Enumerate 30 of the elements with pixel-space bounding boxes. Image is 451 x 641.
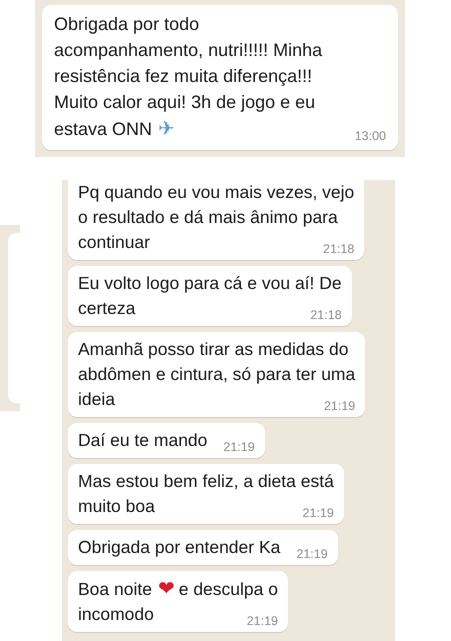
message-time: 21:19 [296, 546, 328, 563]
message-text: certeza [78, 298, 136, 318]
message-text: Daí eu te mando [78, 430, 208, 450]
message-text: Eu volto logo para cá e vou aí! De [78, 273, 342, 293]
message-text: Amanhã posso tirar as medidas do [78, 339, 348, 359]
message-text: Muito calor aqui! 3h de jogo e eu [54, 92, 316, 112]
emoji-icon: ❤ [158, 576, 175, 600]
message-text: Pq quando eu vou mais vezes, vejo [78, 182, 354, 202]
message-text: abdômen e cintura, só para ter uma [78, 364, 356, 384]
message-text: continuar [78, 232, 150, 252]
message-time: 21:18 [310, 307, 342, 324]
message-text: estava ONN [54, 119, 152, 139]
message-text: incomodo [78, 604, 154, 624]
message-time: 21:19 [223, 439, 255, 456]
message-text: o resultado e dá mais ânimo para [78, 207, 338, 227]
message-text: Mas estou bem feliz, a dieta está [78, 471, 334, 491]
message-time: 21:19 [246, 613, 278, 630]
message-time: 13:00 [354, 128, 386, 145]
message-text: acompanhamento, nutri!!!!! Minha [54, 40, 322, 60]
message-text: Boa noite [78, 579, 152, 599]
message-text: e desculpa o [178, 579, 278, 599]
message-time: 21:19 [302, 505, 334, 522]
message-time: 21:18 [323, 241, 354, 258]
message-text: Obrigada por todo [54, 14, 200, 34]
message-text: Obrigada por entender Ka [78, 537, 280, 557]
message-time: 21:19 [324, 398, 356, 415]
emoji-icon: ✈ [158, 116, 175, 140]
message-text: resistência fez muita diferença!!! [54, 66, 312, 86]
message-text: muito boa [78, 496, 155, 516]
message-text: ideia [78, 389, 115, 409]
